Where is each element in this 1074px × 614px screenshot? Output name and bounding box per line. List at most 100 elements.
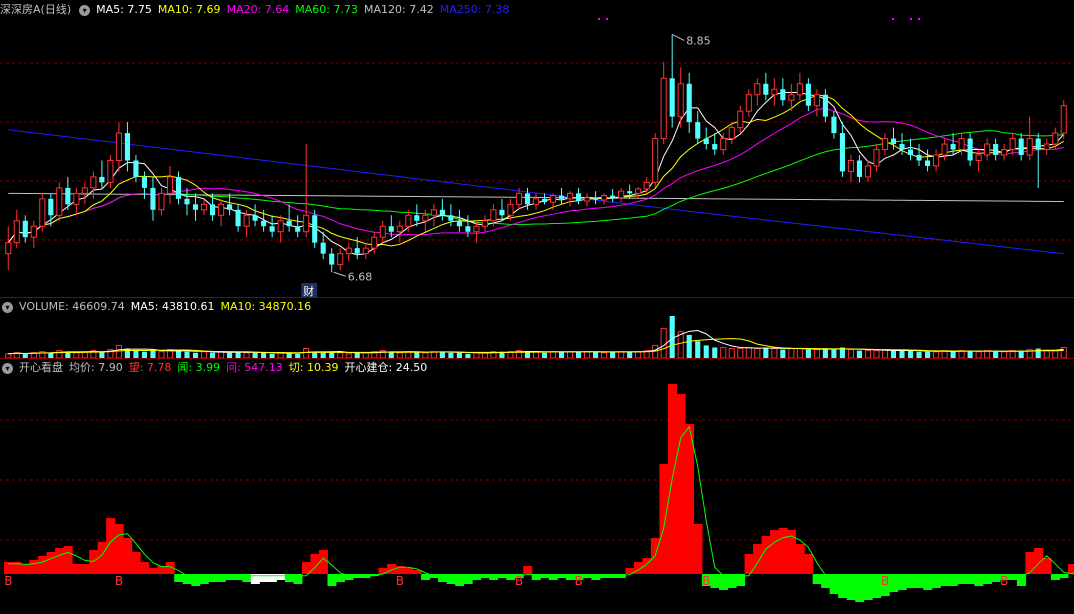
- candle-body: [737, 110, 744, 129]
- volume-bar: [813, 349, 820, 359]
- candle-body: [856, 160, 863, 177]
- candle-body: [481, 220, 488, 227]
- candle-body: [465, 226, 471, 232]
- volume-bar: [1052, 350, 1059, 359]
- buy-signal-label: B: [115, 574, 123, 588]
- volume-bar: [856, 350, 863, 358]
- candle-body: [507, 203, 514, 216]
- candle-body: [1043, 143, 1050, 151]
- indicator-bar: [327, 574, 337, 586]
- indicator-bar: [378, 568, 388, 574]
- indicator-bar: [863, 574, 873, 600]
- candle-body: [584, 197, 591, 202]
- volume-bar: [788, 348, 795, 359]
- vol-ma10-value: MA10: 34870.16: [220, 300, 312, 313]
- candle-body: [243, 214, 250, 227]
- candle-body: [576, 193, 582, 202]
- volume-bar: [124, 348, 130, 358]
- volume-bar: [175, 350, 182, 358]
- candle-body: [209, 204, 216, 216]
- candle-body: [235, 209, 241, 227]
- candle-body: [269, 226, 275, 232]
- panel-separator: [0, 358, 1074, 359]
- candle-body: [184, 198, 190, 205]
- candle-body: [993, 144, 999, 155]
- event-marker: 财: [303, 284, 314, 298]
- candle-body: [371, 236, 378, 249]
- candle-body: [847, 159, 854, 172]
- candle-body: [354, 248, 360, 254]
- volume-bar: [720, 347, 727, 359]
- volume-bar: [847, 349, 854, 359]
- candle-body: [473, 225, 480, 233]
- indicator-bar: [761, 536, 771, 574]
- indicator-bar: [659, 464, 669, 574]
- candle-body: [1026, 138, 1033, 156]
- candle-body: [532, 198, 540, 205]
- candle-body: [192, 204, 199, 210]
- candle-body: [379, 225, 386, 238]
- indicator-name: 开心看盘: [19, 361, 63, 374]
- annotations: 8.85 6.68 财: [301, 18, 920, 298]
- volume-bar: [831, 349, 837, 358]
- indicator-bar: [335, 574, 345, 582]
- candle-body: [541, 198, 548, 203]
- candle-body: [703, 138, 709, 145]
- indicator-bar: [812, 574, 822, 584]
- indicator-bar: [233, 574, 243, 580]
- stock-name: 深深房A: [0, 3, 41, 16]
- panel-separator: [0, 297, 1074, 298]
- indicator-bar: [795, 544, 805, 574]
- indicator-bar: [131, 552, 141, 574]
- volume-bar: [890, 350, 897, 358]
- indicator-bar: [676, 394, 686, 574]
- buy-signal-label: B: [575, 574, 583, 588]
- candle-body: [200, 203, 208, 211]
- candle-body: [831, 116, 837, 134]
- candle-body: [864, 165, 872, 178]
- chevron-down-icon[interactable]: ▾: [2, 301, 13, 313]
- candle-body: [227, 204, 233, 210]
- candle-body: [303, 214, 310, 233]
- indicator-bar: [506, 574, 516, 580]
- candle-body: [490, 209, 497, 222]
- candle-body: [712, 144, 718, 150]
- volume-bar: [150, 350, 156, 358]
- indicator-bar: [778, 528, 788, 574]
- candle-body: [627, 191, 633, 194]
- indicator-bar: [21, 564, 31, 574]
- indicator-bar: [889, 574, 899, 592]
- ma20-value: MA20: 7.64: [226, 3, 290, 16]
- candle-body: [1052, 132, 1059, 145]
- indicator-bar: [846, 574, 856, 600]
- candle-body: [881, 138, 889, 151]
- candle-body: [362, 247, 369, 255]
- buy-signal-label: B: [396, 574, 404, 588]
- indicator-bar: [719, 574, 729, 590]
- candle-body: [975, 154, 982, 161]
- candle-body: [643, 181, 650, 190]
- top-marker: [892, 18, 894, 20]
- indicator-bar: [897, 574, 907, 590]
- candle-body: [81, 187, 88, 194]
- volume-bar: [737, 348, 744, 359]
- ma-lines: [7, 92, 1065, 256]
- candle-body: [907, 149, 914, 155]
- indicator-bar: [821, 574, 831, 588]
- volume-bar: [669, 316, 675, 358]
- volume-bar: [805, 349, 811, 358]
- low-pointer: [333, 271, 346, 277]
- candle-body: [941, 143, 948, 156]
- candle-body: [515, 192, 523, 205]
- chevron-down-icon[interactable]: ▾: [2, 362, 13, 374]
- indicator-bar: [684, 424, 694, 574]
- ma120-value: MA120: 7.42: [364, 3, 434, 16]
- candle-body: [124, 133, 130, 161]
- candle-body: [788, 94, 795, 101]
- candle-body: [669, 78, 675, 117]
- wang-value: 望: 7.78: [128, 361, 172, 374]
- volume-bar: [907, 350, 914, 358]
- ma250-value: MA250: 7.38: [439, 3, 510, 16]
- chevron-down-icon[interactable]: ▾: [79, 4, 91, 16]
- volume-bar: [771, 348, 778, 359]
